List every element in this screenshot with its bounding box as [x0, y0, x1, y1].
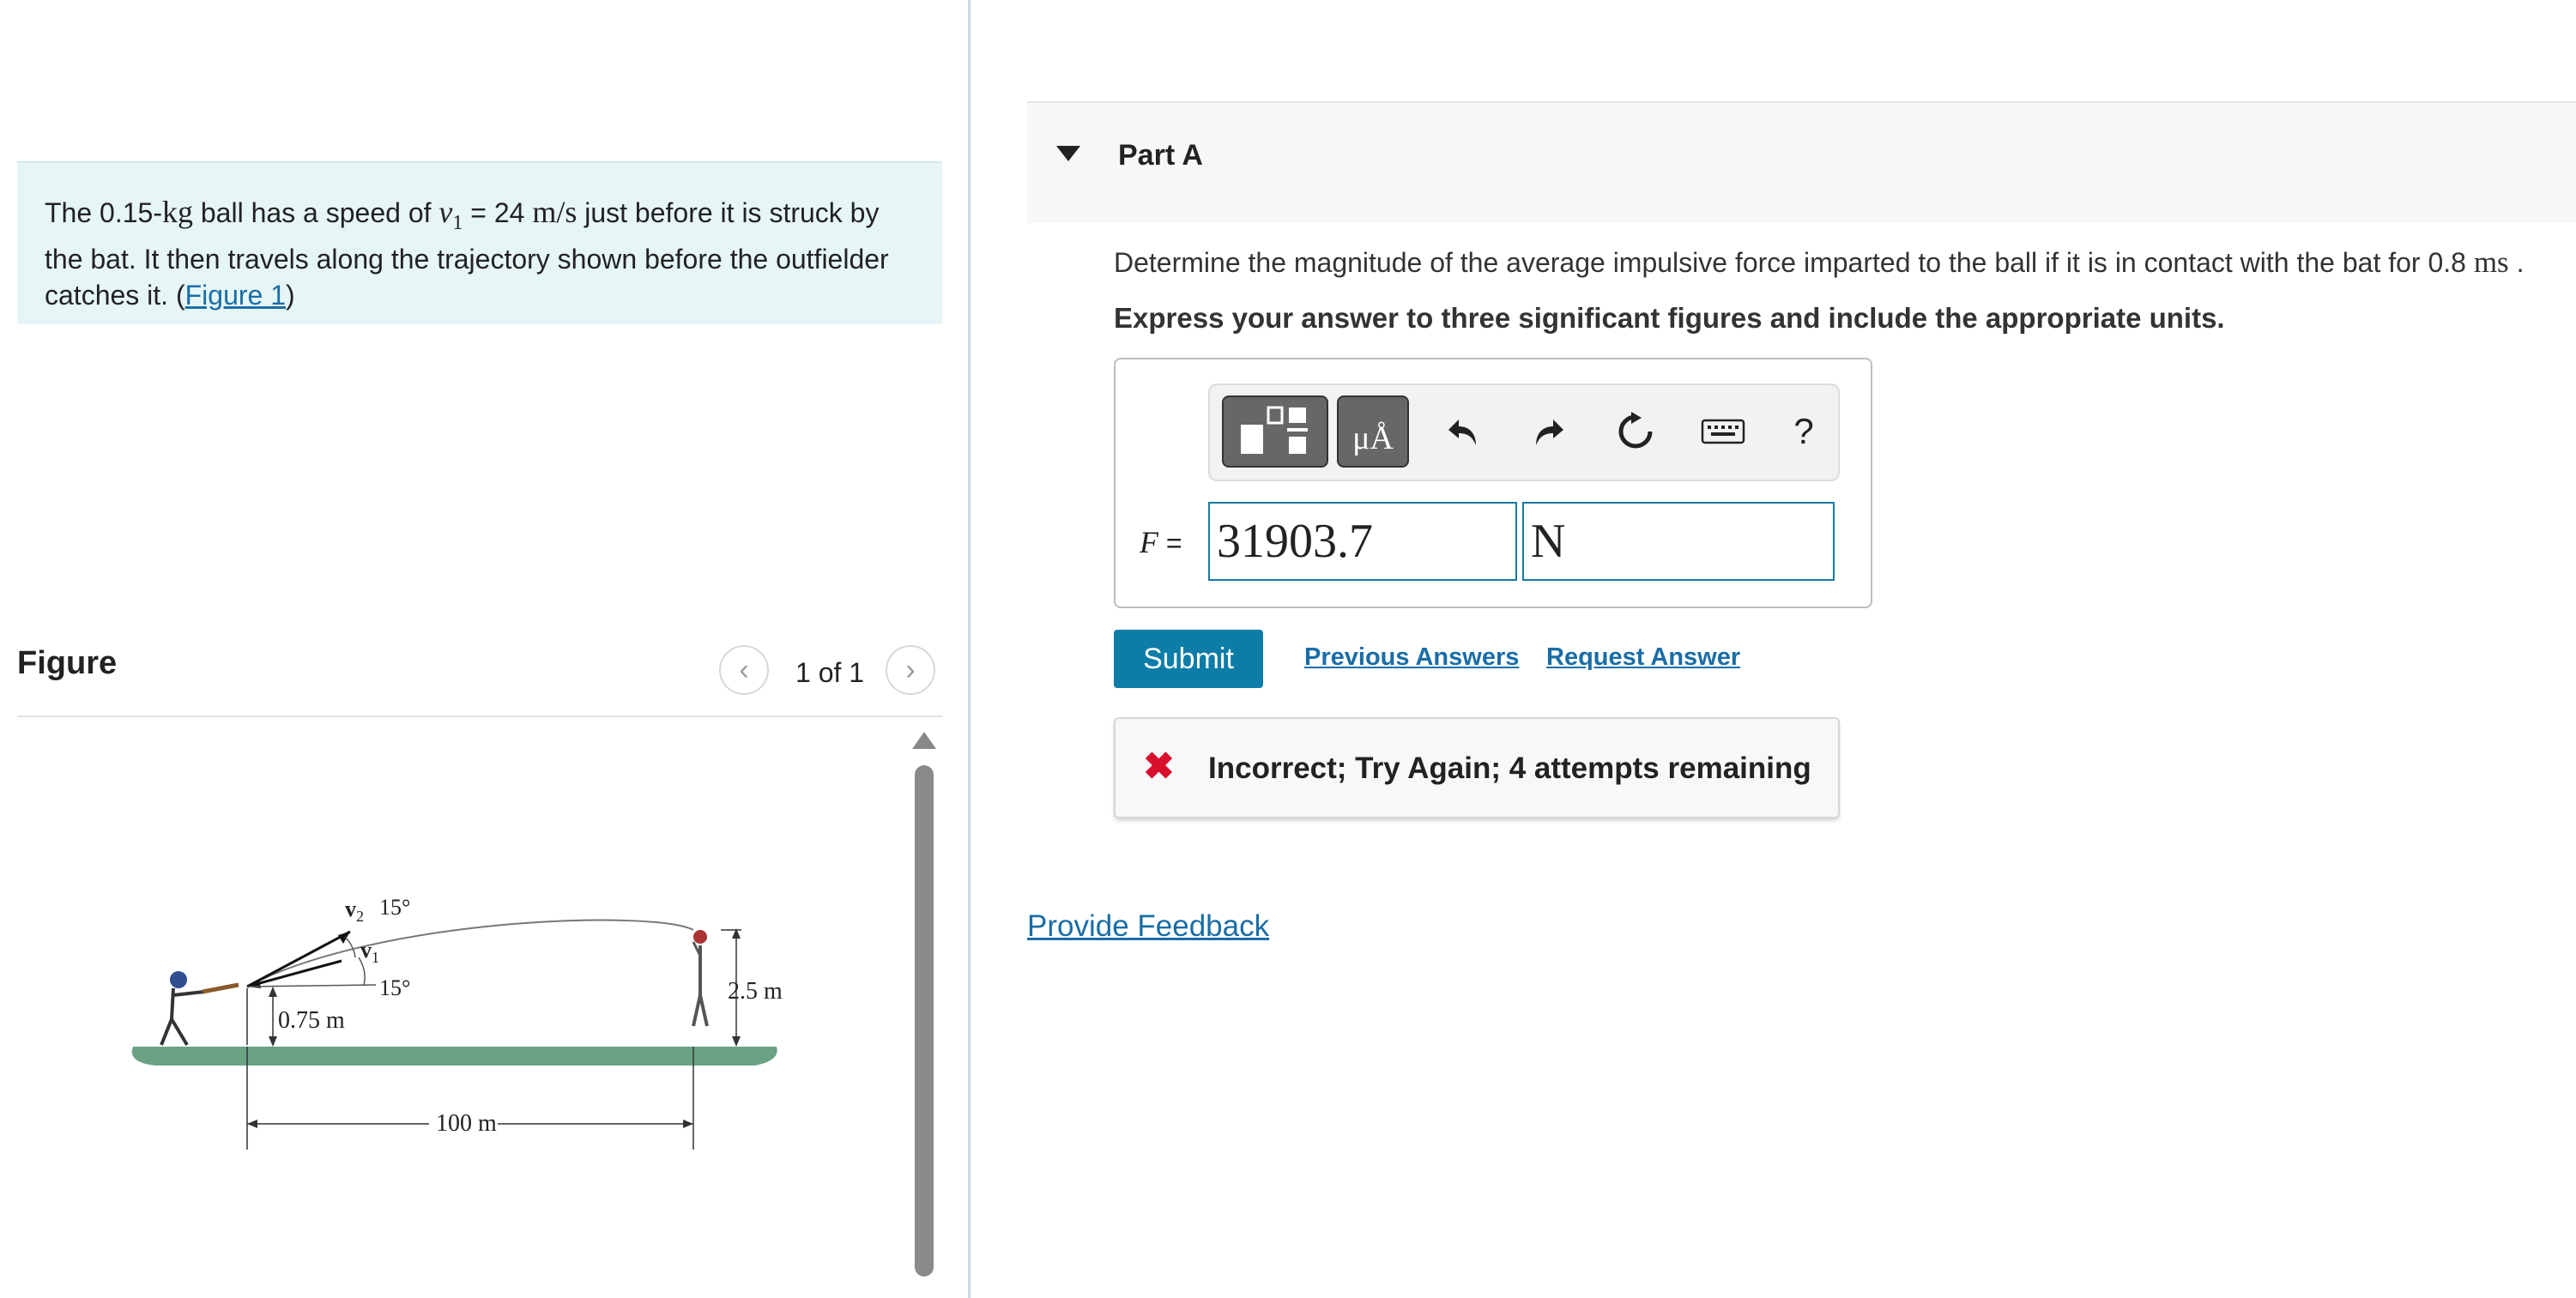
outfielder-figure	[692, 930, 709, 1027]
v1-label: v1	[360, 938, 379, 966]
angle-arc-top	[344, 936, 356, 958]
trajectory-figure: v2 15° v1 15° 0.75 m 2.5 m 100 m	[131, 895, 783, 1150]
error-x-icon: ✖	[1143, 746, 1175, 788]
end-height-label: 2.5 m	[728, 978, 783, 1005]
chevron-right-icon: ›	[905, 653, 916, 686]
answer-box: μÅ ? F = 31903.7 N	[1114, 358, 1872, 608]
problem-equals: = 24	[463, 197, 533, 228]
scroll-up-arrow-icon[interactable]	[912, 732, 936, 749]
chevron-left-icon: ‹	[739, 653, 749, 686]
previous-answers-link[interactable]: Previous Answers	[1304, 643, 1519, 672]
help-icon[interactable]: ?	[1780, 408, 1828, 456]
redo-icon[interactable]	[1524, 408, 1572, 456]
speed-unit: m/s	[532, 195, 577, 229]
collapse-triangle-icon[interactable]	[1056, 146, 1080, 161]
previous-figure-button[interactable]: ‹	[719, 645, 769, 695]
part-a-header[interactable]: Part A	[1027, 101, 2576, 223]
units-icon: μÅ	[1352, 420, 1394, 456]
start-height-label: 0.75 m	[278, 1007, 345, 1034]
provide-feedback-link[interactable]: Provide Feedback	[1027, 909, 1269, 944]
distance-label: 100 m	[436, 1110, 497, 1137]
submit-button[interactable]: Submit	[1114, 630, 1263, 688]
v2-arrowhead	[338, 932, 350, 944]
answer-variable-label: F =	[1140, 525, 1182, 559]
math-toolbar: μÅ ?	[1208, 383, 1840, 481]
batter-figure	[160, 971, 239, 1047]
problem-text-before: The 0.15-	[45, 197, 162, 228]
figure-link[interactable]: Figure 1	[185, 280, 286, 311]
figure-scrollbar[interactable]	[915, 765, 934, 1277]
v1-vector	[246, 959, 342, 988]
answer-value-input[interactable]: 31903.7	[1208, 502, 1517, 581]
trajectory-curve	[246, 919, 694, 987]
problem-statement: The 0.15-kg ball has a speed of v1 = 24 …	[17, 161, 942, 324]
question-text: Determine the magnitude of the average i…	[1114, 245, 2525, 279]
angle-bottom-label: 15°	[379, 975, 410, 1000]
angle-top-label: 15°	[379, 895, 410, 920]
problem-pane: The 0.15-kg ball has a speed of v1 = 24 …	[0, 0, 968, 1298]
undo-icon[interactable]	[1440, 408, 1488, 456]
next-figure-button[interactable]: ›	[886, 645, 935, 695]
templates-icon	[1241, 406, 1308, 454]
problem-text-mid: ball has a speed of	[192, 197, 439, 228]
templates-button[interactable]	[1222, 395, 1328, 468]
figure-divider	[17, 715, 942, 717]
reset-icon[interactable]	[1612, 408, 1660, 456]
ground	[131, 1047, 777, 1066]
keyboard-icon[interactable]	[1699, 408, 1747, 456]
mass-unit: kg	[161, 195, 193, 229]
request-answer-link[interactable]: Request Answer	[1546, 643, 1740, 672]
figure-counter: 1 of 1	[795, 657, 865, 688]
answer-instruction: Express your answer to three significant…	[1114, 302, 2225, 334]
figure-heading: Figure	[17, 645, 118, 681]
v2-label: v2	[345, 897, 364, 925]
answer-unit-input[interactable]: N	[1522, 502, 1835, 581]
pane-divider[interactable]	[968, 0, 971, 1298]
v2-vector	[246, 930, 351, 988]
part-title: Part A	[1118, 139, 1203, 172]
feedback-message-box: ✖ Incorrect; Try Again; 4 attempts remai…	[1114, 717, 1840, 818]
feedback-text: Incorrect; Try Again; 4 attempts remaini…	[1208, 752, 1811, 785]
units-button[interactable]: μÅ	[1337, 395, 1409, 468]
horizontal-reference	[246, 984, 377, 987]
velocity-symbol: v1	[438, 195, 463, 235]
problem-close-paren: )	[286, 280, 295, 311]
